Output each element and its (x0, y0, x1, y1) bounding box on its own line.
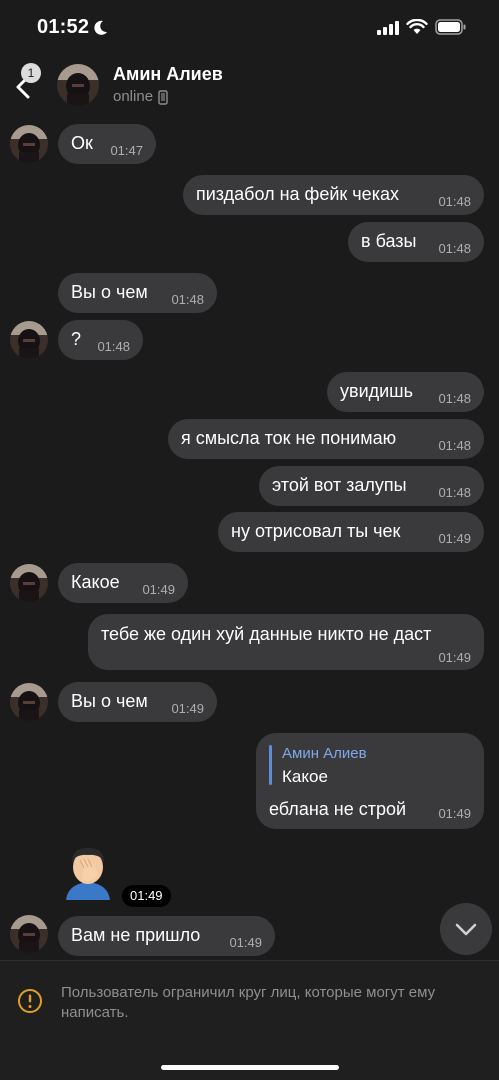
message-time: 01:48 (171, 292, 204, 307)
message-incoming: ? 01:48 (58, 320, 143, 360)
message-outgoing: этой вот залупы 01:48 (259, 466, 484, 506)
message-text: пиздабол на фейк чеках (196, 184, 399, 204)
restriction-footer: Пользователь ограничил круг лиц, которые… (0, 960, 499, 1080)
message-outgoing: пиздабол на фейк чеках 01:48 (183, 175, 484, 215)
message-text: тебе же один хуй данные никто не даст (101, 624, 432, 644)
message-text: Вы о чем (71, 691, 148, 711)
message-text: еблана не строй (269, 799, 407, 819)
message-outgoing: увидишь 01:48 (327, 372, 484, 412)
message-time: 01:49 (438, 806, 471, 821)
message-time: 01:49 (171, 701, 204, 716)
message-text: увидишь (340, 381, 413, 401)
restriction-notice: Пользователь ограничил круг лиц, которые… (61, 984, 436, 1021)
moon-icon (94, 20, 107, 35)
reply-author[interactable]: Амин Алиев (282, 745, 367, 762)
status-bar: 01:52 (0, 0, 499, 58)
avatar[interactable] (10, 125, 48, 163)
message-time: 01:49 (142, 582, 175, 597)
signal-icon (377, 21, 399, 35)
chevron-down-icon (455, 923, 477, 936)
contact-avatar[interactable] (57, 64, 99, 106)
facepalm-emoji[interactable] (58, 840, 118, 900)
avatar[interactable] (10, 564, 48, 602)
message-text: Какое (71, 572, 120, 592)
avatar[interactable] (10, 915, 48, 953)
message-incoming: Ок 01:47 (58, 124, 156, 164)
message-outgoing: ну отрисовал ты чек 01:49 (218, 512, 484, 552)
message-text: Вы о чем (71, 282, 148, 302)
message-time: 01:47 (110, 143, 143, 158)
message-incoming: Вам не пришло 01:49 (58, 916, 275, 956)
avatar[interactable] (10, 321, 48, 359)
message-time: 01:48 (438, 485, 471, 500)
message-text: Ок (71, 133, 93, 153)
contact-name[interactable]: Амин Алиев (113, 64, 223, 85)
battery-icon (435, 19, 466, 35)
message-outgoing-reply: Амин Алиев Какое еблана не строй 01:49 (256, 733, 484, 829)
scroll-to-bottom-button[interactable] (440, 903, 492, 955)
message-text: ну отрисовал ты чек (231, 521, 401, 541)
message-time: 01:48 (438, 194, 471, 209)
message-time: 01:49 (438, 650, 471, 665)
message-time: 01:48 (438, 438, 471, 453)
message-text: в базы (361, 231, 417, 251)
message-outgoing: тебе же один хуй данные никто не даст 01… (88, 614, 484, 670)
message-outgoing: в базы 01:48 (348, 222, 484, 262)
message-time: 01:48 (438, 391, 471, 406)
message-incoming: Вы о чем 01:49 (58, 682, 217, 722)
message-text: этой вот залупы (272, 475, 407, 495)
message-text: ? (71, 329, 82, 349)
message-text: Вам не пришло (71, 925, 201, 945)
message-text: я смысла ток не понимаю (181, 428, 397, 448)
message-incoming: Какое 01:49 (58, 563, 188, 603)
reply-quote-text[interactable]: Какое (282, 767, 328, 787)
message-time: 01:48 (97, 339, 130, 354)
home-indicator (161, 1065, 339, 1070)
message-time: 01:49 (438, 531, 471, 546)
wifi-icon (406, 19, 428, 34)
message-time: 01:49 (122, 885, 171, 907)
contact-status: online (113, 88, 154, 105)
avatar[interactable] (10, 683, 48, 721)
phone-icon (158, 90, 168, 105)
message-incoming: Вы о чем 01:48 (58, 273, 217, 313)
reply-quote-bar (269, 745, 272, 785)
unread-badge: 1 (21, 63, 41, 83)
status-time: 01:52 (37, 16, 90, 38)
message-time: 01:48 (438, 241, 471, 256)
message-time: 01:49 (229, 935, 262, 950)
info-icon (18, 989, 42, 1013)
message-outgoing: я смысла ток не понимаю 01:48 (168, 419, 484, 459)
